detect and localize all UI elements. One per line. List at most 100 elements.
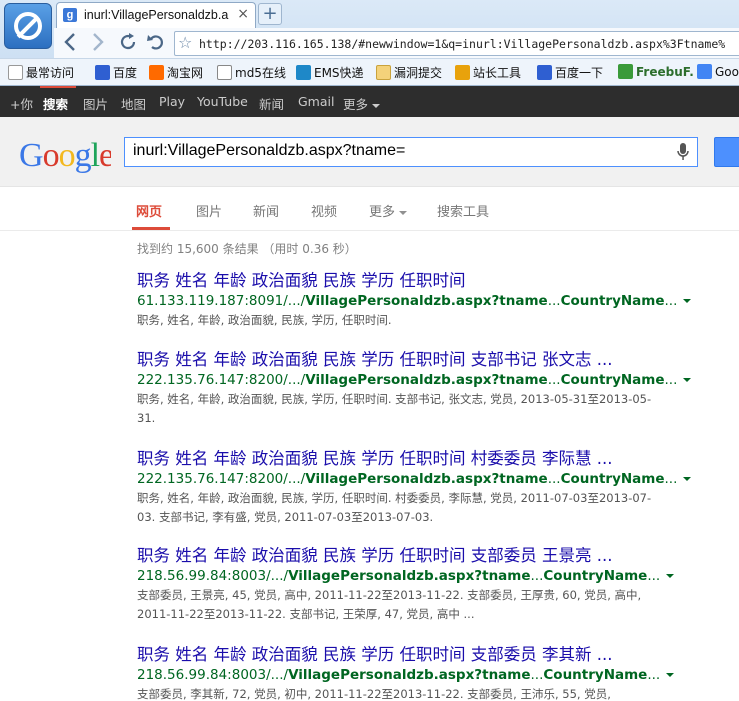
url-match: VillagePersonaldzb.aspx?tname	[288, 568, 531, 584]
star-icon[interactable]: ☆	[178, 33, 192, 52]
back-icon[interactable]	[58, 31, 84, 55]
bookmark-label: 站长工具	[473, 66, 522, 80]
google-logo[interactable]: Google	[19, 135, 114, 184]
url-ellipsis: ...	[530, 568, 544, 584]
result-url[interactable]: 222.135.76.147:8200/.../VillagePersonald…	[137, 371, 692, 389]
url-ellipsis: ...	[530, 667, 544, 683]
undo-icon[interactable]	[143, 31, 169, 55]
gbar-more-label: 更多	[343, 97, 369, 112]
url-dropdown-icon[interactable]	[683, 299, 692, 303]
gbar-play[interactable]: Play	[159, 94, 185, 109]
url-ellipsis: ...	[547, 293, 561, 309]
search-box[interactable]	[124, 137, 698, 167]
result-url[interactable]: 218.56.99.84:8003/.../VillagePersonaldzb…	[137, 567, 675, 585]
url-match: CountryName	[560, 471, 665, 487]
search-result: 职务 姓名 年龄 政治面貌 民族 学历 任职时间 61.133.119.187:…	[137, 270, 692, 330]
bookmark-google[interactable]: Goo	[697, 64, 739, 79]
google-favicon-icon: g	[63, 8, 77, 22]
result-url[interactable]: 222.135.76.147:8200/.../VillagePersonald…	[137, 470, 692, 488]
bookmark-baidu[interactable]: 百度	[95, 64, 137, 81]
tab-more[interactable]: 更多	[369, 201, 408, 220]
gbar-more[interactable]: 更多	[343, 94, 381, 113]
tab-news[interactable]: 新闻	[253, 201, 279, 220]
freebuf-icon	[618, 64, 633, 79]
url-match: CountryName	[560, 372, 665, 388]
gbar-search[interactable]: 搜索	[43, 94, 68, 113]
tab-more-label: 更多	[369, 205, 396, 220]
google-bar: +你 搜索 图片 地图 Play YouTube 新闻 Gmail 更多	[0, 86, 739, 117]
url-match: VillagePersonaldzb.aspx?tname	[288, 667, 531, 683]
url-host: 222.135.76.147:8200/.../	[137, 372, 306, 388]
browser-menu-button[interactable]	[4, 3, 52, 49]
bookmark-md5[interactable]: md5在线	[217, 64, 286, 81]
browser-tab[interactable]: g inurl:VillagePersonaldzb.a ×	[56, 2, 256, 28]
search-button[interactable]	[714, 137, 739, 167]
bookmark-most-visited[interactable]: 最常访问	[8, 64, 74, 81]
microphone-icon[interactable]	[677, 143, 689, 161]
bookmark-bug-submit[interactable]: 漏洞提交	[376, 64, 442, 81]
chevron-down-icon	[399, 210, 408, 215]
gbar-maps[interactable]: 地图	[121, 94, 146, 113]
result-title[interactable]: 职务 姓名 年龄 政治面貌 民族 学历 任职时间 支部委员 李其新 ...	[137, 644, 657, 666]
bookmark-label: Goo	[715, 64, 739, 79]
gbar-plus-you[interactable]: +你	[10, 94, 33, 113]
url-ellipsis: ...	[664, 471, 678, 487]
bookmark-freebuf[interactable]: FreebuF.	[618, 64, 694, 79]
bookmarks-bar: 最常访问 百度 淘宝网 md5在线 EMS快递 漏洞提交 站长工具 百度一下 F…	[0, 58, 739, 85]
page-icon	[217, 65, 232, 80]
bookmark-taobao[interactable]: 淘宝网	[149, 64, 203, 81]
url-dropdown-icon[interactable]	[666, 673, 675, 677]
google-icon	[697, 64, 712, 79]
gbar-youtube[interactable]: YouTube	[197, 94, 248, 109]
result-url[interactable]: 218.56.99.84:8003/.../VillagePersonaldzb…	[137, 666, 675, 684]
browser-chrome: g inurl:VillagePersonaldzb.a × + ☆ http:…	[0, 0, 739, 86]
bookmark-webmaster-tools[interactable]: 站长工具	[455, 64, 521, 81]
bookmark-baidu-search[interactable]: 百度一下	[537, 64, 603, 81]
search-header: Google	[0, 117, 739, 187]
forward-icon[interactable]	[84, 31, 110, 55]
new-tab-button[interactable]: +	[258, 3, 282, 25]
bookmark-label: EMS快递	[314, 66, 364, 80]
url-ellipsis: ...	[647, 667, 661, 683]
result-title[interactable]: 职务 姓名 年龄 政治面貌 民族 学历 任职时间 支部书记 张文志 ...	[137, 349, 657, 371]
bookmark-ems[interactable]: EMS快递	[296, 64, 364, 81]
url-text: http://203.116.165.138/#newwindow=1&q=in…	[199, 37, 726, 51]
gbar-images[interactable]: 图片	[83, 94, 108, 113]
webmaster-icon	[455, 65, 470, 80]
search-result: 职务 姓名 年龄 政治面貌 民族 学历 任职时间 支部委员 李其新 ... 21…	[137, 644, 675, 701]
gbar-gmail[interactable]: Gmail	[298, 94, 334, 109]
bookmark-label: FreebuF.	[636, 64, 694, 79]
tab-videos[interactable]: 视频	[311, 201, 337, 220]
result-url[interactable]: 61.133.119.187:8091/.../VillagePersonald…	[137, 292, 692, 310]
result-snippet: 支部委员, 李其新, 72, 党员, 初中, 2011-11-22至2013-1…	[137, 687, 611, 701]
url-match: CountryName	[560, 293, 665, 309]
url-ellipsis: ...	[547, 372, 561, 388]
tab-search-tools[interactable]: 搜索工具	[437, 201, 489, 220]
bookmark-label: 最常访问	[26, 66, 75, 80]
url-dropdown-icon[interactable]	[683, 477, 692, 481]
tab-images[interactable]: 图片	[196, 201, 222, 220]
url-match: CountryName	[543, 568, 648, 584]
search-tabs: 网页 图片 新闻 视频 更多 搜索工具	[0, 187, 739, 231]
gbar-news[interactable]: 新闻	[259, 94, 284, 113]
folder-icon	[376, 65, 391, 80]
search-input[interactable]	[133, 142, 653, 160]
url-match: VillagePersonaldzb.aspx?tname	[305, 471, 548, 487]
tab-web[interactable]: 网页	[136, 201, 162, 220]
bookmark-label: 百度一下	[555, 66, 604, 80]
result-title[interactable]: 职务 姓名 年龄 政治面貌 民族 学历 任职时间 支部委员 王景亮 ...	[137, 545, 657, 567]
result-title[interactable]: 职务 姓名 年龄 政治面貌 民族 学历 任职时间	[137, 270, 657, 292]
url-host: 61.133.119.187:8091/.../	[137, 293, 306, 309]
close-tab-icon[interactable]: ×	[237, 6, 249, 22]
reload-icon[interactable]	[115, 31, 141, 55]
navigation-bar: ☆ http://203.116.165.138/#newwindow=1&q=…	[54, 28, 739, 58]
address-bar[interactable]: ☆ http://203.116.165.138/#newwindow=1&q=…	[174, 31, 739, 56]
url-match: VillagePersonaldzb.aspx?tname	[305, 372, 548, 388]
url-match: VillagePersonaldzb.aspx?tname	[305, 293, 548, 309]
url-host: 218.56.99.84:8003/.../	[137, 667, 289, 683]
url-dropdown-icon[interactable]	[683, 378, 692, 382]
taobao-icon	[149, 65, 164, 80]
url-dropdown-icon[interactable]	[666, 574, 675, 578]
search-result: 职务 姓名 年龄 政治面貌 民族 学历 任职时间 支部委员 王景亮 ... 21…	[137, 545, 675, 624]
result-title[interactable]: 职务 姓名 年龄 政治面貌 民族 学历 任职时间 村委委员 李际慧 ...	[137, 448, 657, 470]
